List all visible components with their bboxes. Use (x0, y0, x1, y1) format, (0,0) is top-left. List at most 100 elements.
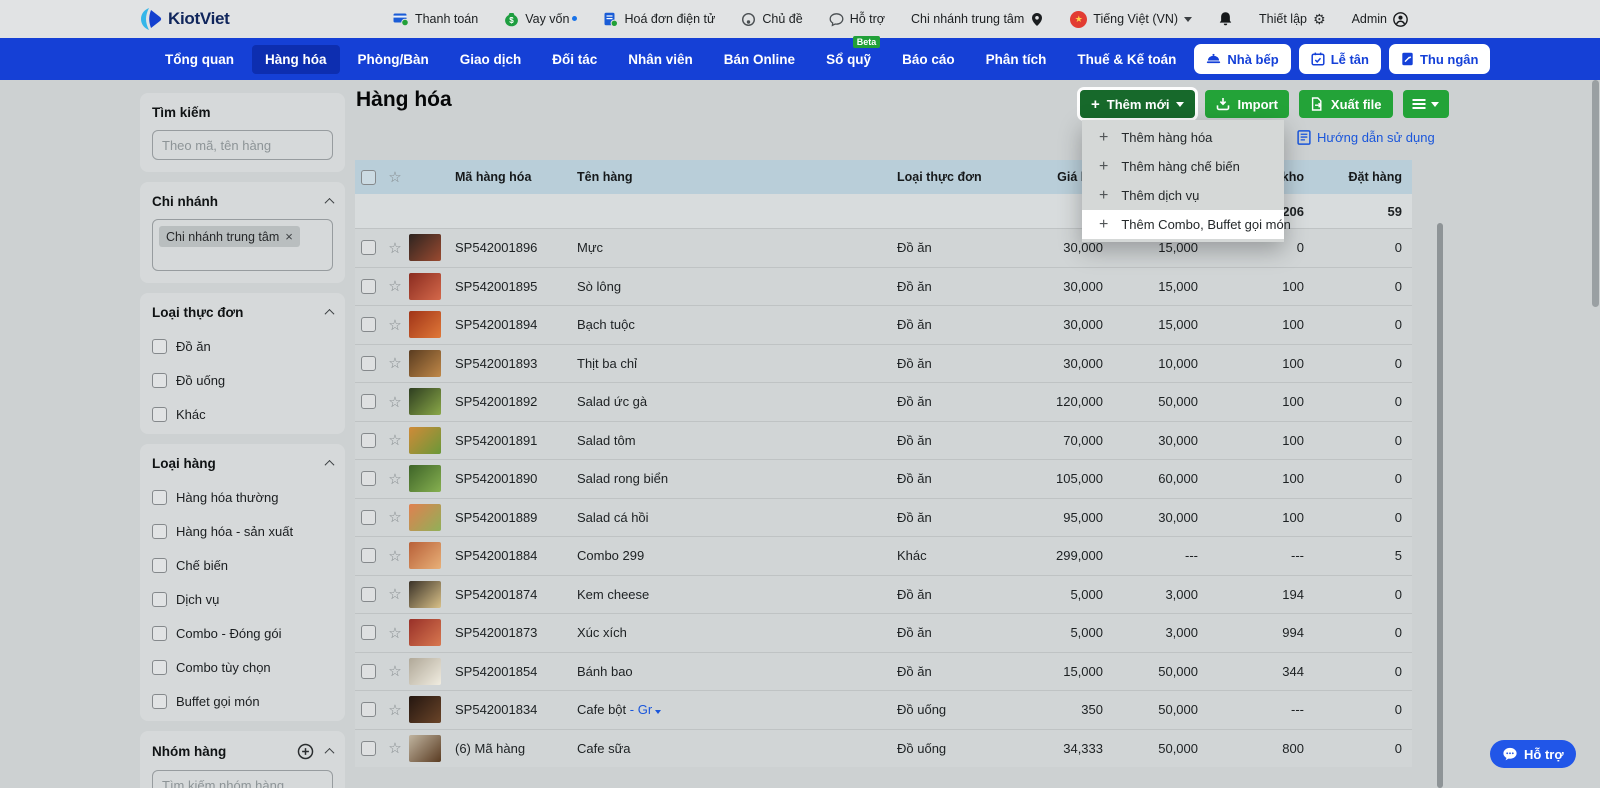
dropdown-item[interactable]: + Thêm dịch vụ (1082, 181, 1284, 210)
row-checkbox[interactable] (360, 278, 376, 294)
checkbox[interactable] (152, 338, 167, 354)
column-settings-button[interactable] (1402, 90, 1449, 118)
einvoice-link[interactable]: Hoá đơn điện tử (603, 12, 715, 27)
reception-button[interactable]: Lễ tân (1298, 44, 1381, 74)
product-type-option[interactable]: Hàng hóa - sản xuất (152, 523, 333, 539)
variant-link[interactable]: - Gr (626, 702, 662, 717)
checkbox[interactable] (152, 523, 167, 539)
checkbox[interactable] (152, 659, 167, 675)
chevron-up-icon[interactable] (324, 197, 335, 208)
star-icon[interactable]: ☆ (381, 739, 409, 757)
nav-item[interactable]: Phân tích (973, 45, 1060, 74)
nav-item[interactable]: Sổ quỹ (813, 45, 884, 74)
branch-select[interactable]: Chi nhánh trung tâm × (152, 219, 333, 271)
group-search-input[interactable] (152, 770, 333, 788)
support-fab-button[interactable]: Hỗ trợ (1490, 740, 1576, 768)
checkbox[interactable] (152, 557, 167, 573)
product-type-option[interactable]: Buffet gọi món (152, 693, 333, 709)
nav-item[interactable]: Thuế & Kế toán (1064, 45, 1189, 74)
star-icon[interactable]: ☆ (381, 277, 409, 295)
nav-item[interactable]: Phòng/Bàn (345, 45, 442, 74)
dropdown-item[interactable]: + Thêm hàng hóa (1082, 123, 1284, 152)
theme-link[interactable]: Chủ đề (741, 12, 803, 27)
star-icon[interactable]: ☆ (381, 168, 409, 186)
table-row[interactable]: ☆ SP542001874 Kem cheese - Đồ ăn 5,000 3… (355, 574, 1412, 613)
table-row[interactable]: ☆ SP542001895 Sò lông - Đồ ăn 30,000 15,… (355, 266, 1412, 305)
row-checkbox[interactable] (360, 586, 376, 602)
search-input[interactable] (152, 130, 333, 160)
add-new-button[interactable]: + Thêm mới (1080, 90, 1196, 118)
menu-type-option[interactable]: Khác (152, 406, 333, 422)
table-row[interactable]: ☆ SP542001873 Xúc xích - Đồ ăn 5,000 3,0… (355, 613, 1412, 652)
product-type-option[interactable]: Hàng hóa thường (152, 489, 333, 505)
table-row[interactable]: ☆ SP542001893 Thịt ba chỉ - Đồ ăn 30,000… (355, 343, 1412, 382)
row-checkbox[interactable] (360, 317, 376, 333)
kitchen-button[interactable]: Nhà bếp (1194, 44, 1291, 74)
chevron-up-icon[interactable] (324, 747, 335, 758)
star-icon[interactable]: ☆ (381, 624, 409, 642)
table-row[interactable]: ☆ SP542001890 Salad rong biển - Đồ ăn 10… (355, 459, 1412, 498)
row-checkbox[interactable] (360, 432, 376, 448)
dropdown-item[interactable]: + Thêm hàng chế biến (1082, 152, 1284, 181)
menu-type-option[interactable]: Đồ uống (152, 372, 333, 388)
notifications-button[interactable] (1218, 11, 1233, 27)
star-icon[interactable]: ☆ (381, 585, 409, 603)
row-checkbox[interactable] (360, 394, 376, 410)
settings-link[interactable]: Thiết lập ⚙ (1259, 11, 1326, 28)
checkbox[interactable] (152, 406, 167, 422)
row-checkbox[interactable] (360, 355, 376, 371)
remove-chip-icon[interactable]: × (285, 229, 293, 244)
row-checkbox[interactable] (360, 548, 376, 564)
table-row[interactable]: ☆ SP542001854 Bánh bao - Đồ ăn 15,000 50… (355, 651, 1412, 690)
page-scrollbar[interactable] (1592, 80, 1599, 307)
column-header-menu-type[interactable]: Loại thực đơn (897, 170, 1017, 184)
checkbox[interactable] (152, 693, 167, 709)
row-checkbox[interactable] (360, 740, 376, 756)
star-icon[interactable]: ☆ (381, 662, 409, 680)
table-row[interactable]: ☆ (6) Mã hàng Cafe sữa - Đồ uống 34,333 … (355, 728, 1412, 767)
payment-link[interactable]: Thanh toán (393, 12, 478, 26)
kiotviet-logo[interactable]: KiotViet (140, 0, 230, 38)
nav-item[interactable]: Giao dịch (447, 45, 535, 74)
table-row[interactable]: ☆ SP542001834 Cafe bột - Gr Đồ uống 350 … (355, 690, 1412, 729)
support-link[interactable]: Hỗ trợ Beta (829, 12, 885, 48)
nav-item[interactable]: Nhân viên (615, 45, 706, 74)
star-icon[interactable]: ☆ (381, 508, 409, 526)
product-type-option[interactable]: Chế biến (152, 557, 333, 573)
checkbox[interactable] (152, 625, 167, 641)
add-group-icon[interactable] (297, 743, 314, 760)
row-checkbox[interactable] (360, 240, 376, 256)
column-header-order[interactable]: Đặt hàng (1304, 170, 1402, 184)
nav-item[interactable]: Báo cáo (889, 45, 968, 74)
column-header-name[interactable]: Tên hàng (577, 170, 897, 184)
chevron-up-icon[interactable] (324, 308, 335, 319)
star-icon[interactable]: ☆ (381, 354, 409, 372)
column-header-code[interactable]: Mã hàng hóa (455, 170, 577, 184)
star-icon[interactable]: ☆ (381, 239, 409, 257)
star-icon[interactable]: ☆ (381, 701, 409, 719)
product-type-option[interactable]: Dịch vụ (152, 591, 333, 607)
checkbox[interactable] (152, 372, 167, 388)
menu-type-option[interactable]: Đồ ăn (152, 338, 333, 354)
nav-item[interactable]: Bán Online (711, 45, 808, 74)
nav-item[interactable]: Tổng quan (152, 45, 247, 74)
star-icon[interactable]: ☆ (381, 393, 409, 411)
product-type-option[interactable]: Combo tùy chọn (152, 659, 333, 675)
table-row[interactable]: ☆ SP542001884 Combo 299 - Khác 299,000 -… (355, 536, 1412, 575)
content-scrollbar[interactable] (1437, 223, 1443, 788)
chevron-up-icon[interactable] (324, 459, 335, 470)
select-all-checkbox[interactable] (360, 169, 376, 185)
row-checkbox[interactable] (360, 702, 376, 718)
row-checkbox[interactable] (360, 471, 376, 487)
dropdown-item[interactable]: + Thêm Combo, Buffet gọi món (1082, 210, 1291, 239)
table-row[interactable]: ☆ SP542001891 Salad tôm - Đồ ăn 70,000 3… (355, 420, 1412, 459)
product-type-option[interactable]: Combo - Đóng gói (152, 625, 333, 641)
row-checkbox[interactable] (360, 509, 376, 525)
cashier-button[interactable]: Thu ngân (1388, 44, 1491, 74)
loan-link[interactable]: $ Vay vốn (504, 12, 578, 27)
language-selector[interactable]: ★ Tiếng Việt (VN) (1070, 10, 1193, 28)
nav-item[interactable]: Đối tác (539, 45, 610, 74)
star-icon[interactable]: ☆ (381, 547, 409, 565)
star-icon[interactable]: ☆ (381, 470, 409, 488)
nav-item[interactable]: Hàng hóa (251, 44, 340, 74)
